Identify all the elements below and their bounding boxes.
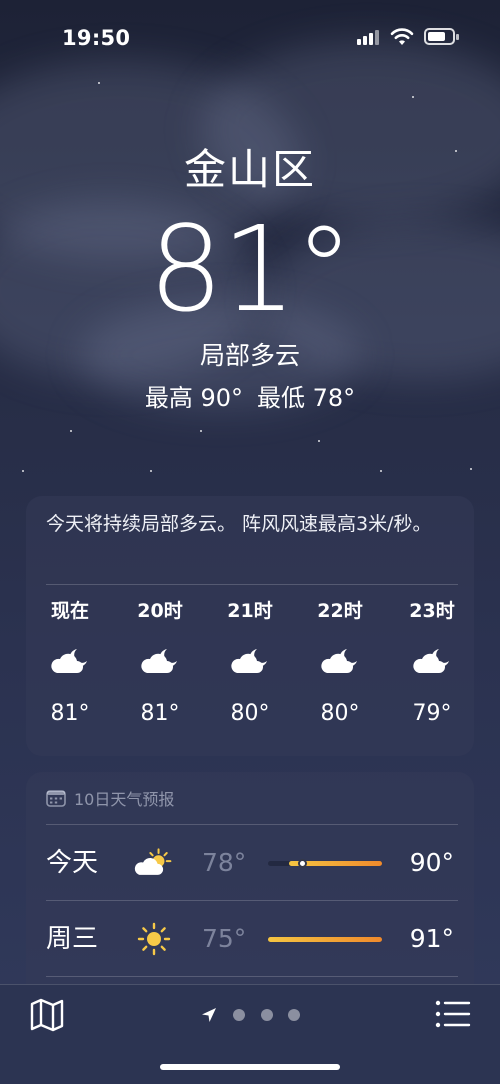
partly-cloudy-night-icon — [231, 649, 267, 673]
day-label: 今天 — [46, 848, 99, 878]
temperature-range-bar — [268, 859, 382, 868]
temperature-range-fill — [268, 937, 382, 942]
ten-day-header: 10日天气预报 — [46, 786, 174, 810]
day-row-wednesday[interactable]: 周三 75° 91° — [26, 902, 474, 976]
hour-label: 22时 — [317, 600, 363, 622]
sun-icon — [137, 922, 171, 956]
card-divider — [46, 584, 458, 585]
home-indicator — [160, 1064, 340, 1070]
hour-label: 21时 — [227, 600, 273, 622]
page-dot[interactable] — [260, 1009, 273, 1021]
hour-label: 23时 — [409, 600, 455, 622]
hour-item[interactable]: 21时 80° — [210, 598, 290, 728]
location-arrow-icon[interactable] — [200, 1006, 218, 1024]
page-indicator[interactable] — [200, 1004, 300, 1026]
city-name: 金山区 — [183, 145, 316, 194]
day-label: 周三 — [46, 924, 99, 954]
calendar-icon — [46, 790, 66, 807]
day-low-temperature: 75° — [202, 924, 247, 953]
hour-label: 现在 — [50, 600, 89, 622]
hour-item[interactable]: 23时 79° — [392, 598, 472, 728]
high-temperature: 最高 90° — [144, 384, 243, 412]
row-divider — [46, 900, 458, 901]
page-dot[interactable] — [233, 1009, 246, 1021]
day-row-today[interactable]: 今天 78° 90° — [26, 826, 474, 900]
hour-item[interactable]: 20时 81° — [120, 598, 200, 728]
current-temperature: 81° — [148, 200, 353, 338]
partly-cloudy-night-icon — [321, 649, 357, 673]
row-divider — [46, 976, 458, 977]
current-temperature-marker — [297, 859, 307, 868]
low-temperature: 最低 78° — [257, 384, 356, 412]
current-condition: 局部多云 — [199, 341, 300, 370]
hour-item[interactable]: 现在 81° — [30, 598, 110, 728]
ten-day-title: 10日天气预报 — [74, 790, 175, 809]
hour-label: 20时 — [137, 600, 183, 622]
high-low-temperature: 最高 90° 最低 78° — [0, 382, 500, 414]
day-low-temperature: 78° — [202, 848, 247, 877]
temperature-range-bar — [268, 937, 382, 942]
partly-cloudy-night-icon — [51, 649, 87, 673]
hour-item[interactable]: 22时 80° — [300, 598, 380, 728]
hour-temperature: 80° — [320, 701, 360, 726]
map-icon[interactable] — [28, 997, 66, 1033]
partly-cloudy-night-icon — [141, 649, 177, 673]
day-high-temperature: 90° — [409, 848, 454, 877]
page-dot[interactable] — [287, 1009, 300, 1021]
hour-temperature: 81° — [140, 701, 180, 726]
hour-temperature: 81° — [50, 701, 90, 726]
partly-cloudy-night-icon — [413, 649, 449, 673]
hourly-list[interactable]: 现在 81° 20时 81° 21时 80° 22时 80° 23时 79° — [26, 598, 474, 738]
day-high-temperature: 91° — [409, 924, 454, 953]
partly-sunny-icon — [134, 848, 172, 875]
cellular-signal-icon — [357, 29, 379, 45]
hour-temperature: 79° — [412, 701, 452, 726]
location-header: 金山区 81° 局部多云 最高 90° 最低 78° — [0, 140, 500, 414]
battery-icon — [424, 28, 459, 45]
ten-day-forecast-card[interactable]: 10日天气预报 今天 78° 90° 周三 75° 91° — [26, 772, 474, 1012]
hour-temperature: 80° — [230, 701, 270, 726]
forecast-summary: 今天将持续局部多云。 阵风风速最高3米/秒。 — [46, 513, 432, 535]
status-time: 19:50 — [62, 26, 131, 50]
card-divider — [46, 824, 458, 825]
hourly-forecast-card[interactable]: 今天将持续局部多云。 阵风风速最高3米/秒。 现在 81° 20时 81° 21… — [26, 496, 474, 756]
status-bar: 19:50 — [0, 0, 500, 70]
list-icon[interactable] — [435, 999, 471, 1029]
wifi-icon — [390, 28, 414, 45]
